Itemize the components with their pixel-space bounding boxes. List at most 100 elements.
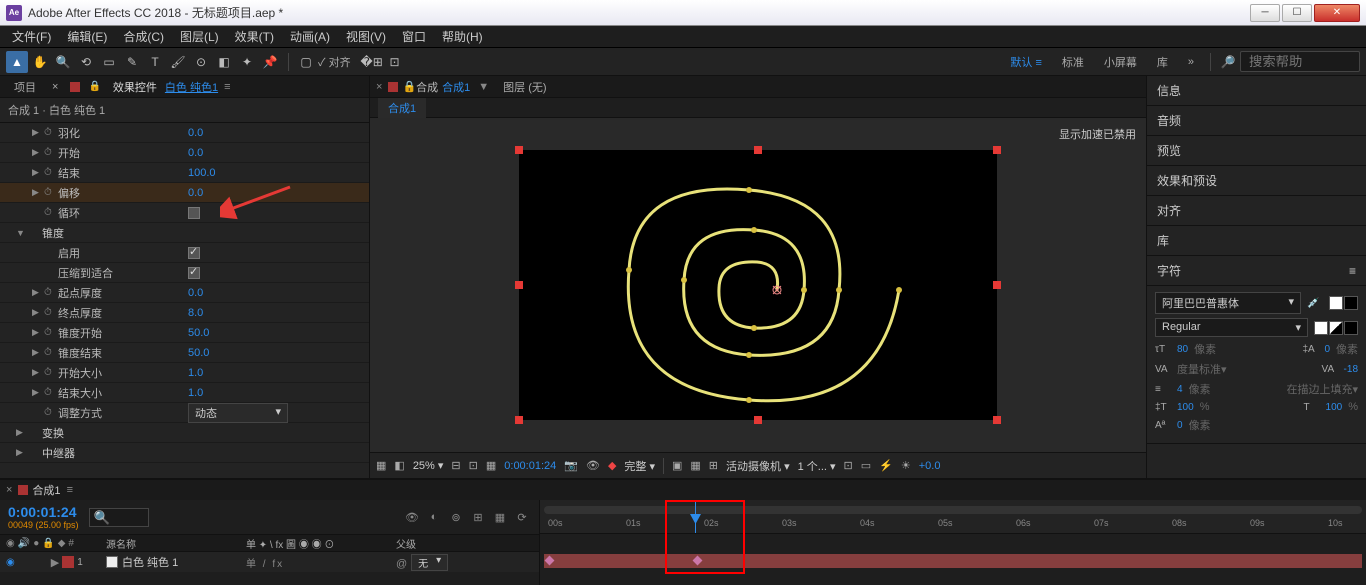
mask-mode-icon[interactable]: ⊡ xyxy=(384,51,406,73)
property-value[interactable]: 0.0 xyxy=(188,127,203,139)
font-size-value[interactable]: 80 xyxy=(1177,344,1188,355)
stopwatch-icon[interactable]: ⏱ xyxy=(44,207,58,218)
layer-switches[interactable]: 单 / fx xyxy=(240,555,390,570)
col-eye-icon[interactable]: ◉ xyxy=(6,538,15,549)
twirl-icon[interactable]: ▶ xyxy=(16,427,28,438)
col-audio-icon[interactable]: 🔊 xyxy=(18,538,30,549)
property-row[interactable]: ▶⏱锥度结束50.0 xyxy=(0,343,369,363)
menu-file[interactable]: 文件(F) xyxy=(4,26,59,47)
layer-label-swatch[interactable] xyxy=(62,556,74,568)
bg-swatch[interactable] xyxy=(1344,321,1358,335)
property-checkbox[interactable] xyxy=(188,207,200,219)
draft3d-icon[interactable]: ▦ xyxy=(491,508,509,526)
search-input[interactable] xyxy=(1240,51,1360,72)
comp-tab-close[interactable]: × xyxy=(376,81,382,93)
col-label-icon[interactable]: ◆ xyxy=(58,538,66,549)
twirl-icon[interactable]: ▶ xyxy=(32,387,44,398)
pixel-aspect-icon[interactable]: ▭ xyxy=(861,459,871,472)
layer-row[interactable]: ◉ ▶ 1 白色 纯色 1 单 / fx @无▾ xyxy=(0,552,539,572)
maximize-button[interactable]: ☐ xyxy=(1282,4,1312,22)
type-tool[interactable]: T xyxy=(144,51,166,73)
font-family-dropdown[interactable]: 阿里巴巴普惠体▾ xyxy=(1155,292,1301,314)
comp-name-link[interactable]: 合成1 xyxy=(442,79,470,95)
pen-tool[interactable]: ✎ xyxy=(121,51,143,73)
selection-tool[interactable]: ▲ xyxy=(6,51,28,73)
close-button[interactable]: ✕ xyxy=(1314,4,1360,22)
timeline-tab-name[interactable]: 合成1 xyxy=(32,482,60,498)
baseline-value[interactable]: 0 xyxy=(1177,420,1183,431)
panel-align[interactable]: 对齐 xyxy=(1147,196,1366,226)
property-row[interactable]: 压缩到适合 xyxy=(0,263,369,283)
parent-dropdown[interactable]: 无▾ xyxy=(411,554,448,571)
exposure-value[interactable]: +0.0 xyxy=(919,460,941,472)
property-row[interactable]: ▶⏱起点厚度0.0 xyxy=(0,283,369,303)
property-row[interactable]: ▶中继器 xyxy=(0,443,369,463)
res-half-icon[interactable]: ⊟ xyxy=(451,459,460,472)
orbit-tool[interactable]: ⟲ xyxy=(75,51,97,73)
panel-library[interactable]: 库 xyxy=(1147,226,1366,256)
tab-close-icon[interactable]: × xyxy=(44,79,66,95)
frame-blend-icon[interactable]: ◐ xyxy=(425,508,443,526)
workspace-standard[interactable]: 标准 xyxy=(1062,54,1084,70)
resolution-dropdown[interactable]: 完整 ▾ xyxy=(624,458,655,474)
twirl-icon[interactable]: ▶ xyxy=(16,447,28,458)
fast-preview-icon[interactable]: ⊡ xyxy=(469,459,478,472)
channel-icon[interactable]: ◆ xyxy=(608,459,616,472)
property-checkbox[interactable] xyxy=(188,267,200,279)
eyedropper-icon[interactable]: 💉 xyxy=(1307,298,1323,309)
composition-frame[interactable] xyxy=(519,150,997,420)
workspace-library[interactable]: 库 xyxy=(1157,54,1168,70)
snap-options-icon[interactable]: �⊞ xyxy=(361,51,383,73)
col-lock-icon[interactable]: 🔒 xyxy=(42,538,54,549)
menu-edit[interactable]: 编辑(E) xyxy=(59,26,115,47)
font-weight-dropdown[interactable]: Regular▾ xyxy=(1155,318,1308,337)
menu-layer[interactable]: 图层(L) xyxy=(172,26,227,47)
property-value[interactable]: 50.0 xyxy=(188,327,209,339)
twirl-icon[interactable]: ▶ xyxy=(32,147,44,158)
no-color-icon[interactable] xyxy=(1329,321,1343,335)
panel-info[interactable]: 信息 xyxy=(1147,76,1366,106)
tracking-value[interactable]: -18 xyxy=(1344,364,1358,375)
swap-fill-icon[interactable] xyxy=(1314,321,1328,335)
time-ruler[interactable]: 00s01s02s03s04s05s06s07s08s09s10s xyxy=(540,500,1366,534)
property-row[interactable]: ▶⏱开始0.0 xyxy=(0,143,369,163)
stopwatch-icon[interactable]: ⏱ xyxy=(44,187,58,198)
col-source-name[interactable]: 源名称 xyxy=(100,536,240,551)
comp-lock-icon[interactable]: 🔒 xyxy=(402,80,416,93)
property-row[interactable]: ▶⏱结束大小1.0 xyxy=(0,383,369,403)
leading-value[interactable]: 0 xyxy=(1324,344,1330,355)
property-row[interactable]: ▼锥度 xyxy=(0,223,369,243)
workspace-more[interactable]: » xyxy=(1188,56,1194,68)
fill-swatch[interactable] xyxy=(1329,296,1343,310)
guides-icon[interactable]: ▦ xyxy=(690,459,700,472)
stroke-option-dropdown[interactable]: 在描边上填充▾ xyxy=(1286,381,1358,397)
vscale-value[interactable]: 100 xyxy=(1177,402,1194,413)
menu-window[interactable]: 窗口 xyxy=(394,26,434,47)
stopwatch-icon[interactable]: ⏱ xyxy=(44,167,58,178)
property-row[interactable]: ⏱调整方式动态▾ xyxy=(0,403,369,423)
menu-help[interactable]: 帮助(H) xyxy=(434,26,491,47)
twirl-icon[interactable]: ▶ xyxy=(32,327,44,338)
property-value[interactable]: 0.0 xyxy=(188,147,203,159)
ruler-icon[interactable]: ⊞ xyxy=(709,459,718,472)
menu-view[interactable]: 视图(V) xyxy=(338,26,394,47)
twirl-icon[interactable]: ▶ xyxy=(32,127,44,138)
pin-tool[interactable]: 📌 xyxy=(259,51,281,73)
stroke-width-value[interactable]: 4 xyxy=(1177,384,1183,395)
rect-tool[interactable]: ▭ xyxy=(98,51,120,73)
stopwatch-icon[interactable]: ⏱ xyxy=(44,127,58,138)
property-dropdown[interactable]: 动态▾ xyxy=(188,403,288,423)
layer-color-swatch[interactable] xyxy=(70,82,80,92)
twirl-icon[interactable]: ▶ xyxy=(32,287,44,298)
brush-tool[interactable]: 🖌 xyxy=(167,51,189,73)
property-row[interactable]: ▶⏱开始大小1.0 xyxy=(0,363,369,383)
snapshot-icon[interactable]: 📷 xyxy=(564,459,578,472)
twirl-icon[interactable]: ▶ xyxy=(32,307,44,318)
menu-composition[interactable]: 合成(C) xyxy=(115,26,172,47)
zoom-dropdown[interactable]: 25% ▾ xyxy=(413,459,444,472)
stopwatch-icon[interactable]: ⏱ xyxy=(44,367,58,378)
graph-editor-icon[interactable]: ⊞ xyxy=(469,508,487,526)
layer-visibility-toggle[interactable]: ◉ xyxy=(6,557,15,568)
comp-subtab[interactable]: 合成1 xyxy=(378,98,426,118)
panel-audio[interactable]: 音频 xyxy=(1147,106,1366,136)
